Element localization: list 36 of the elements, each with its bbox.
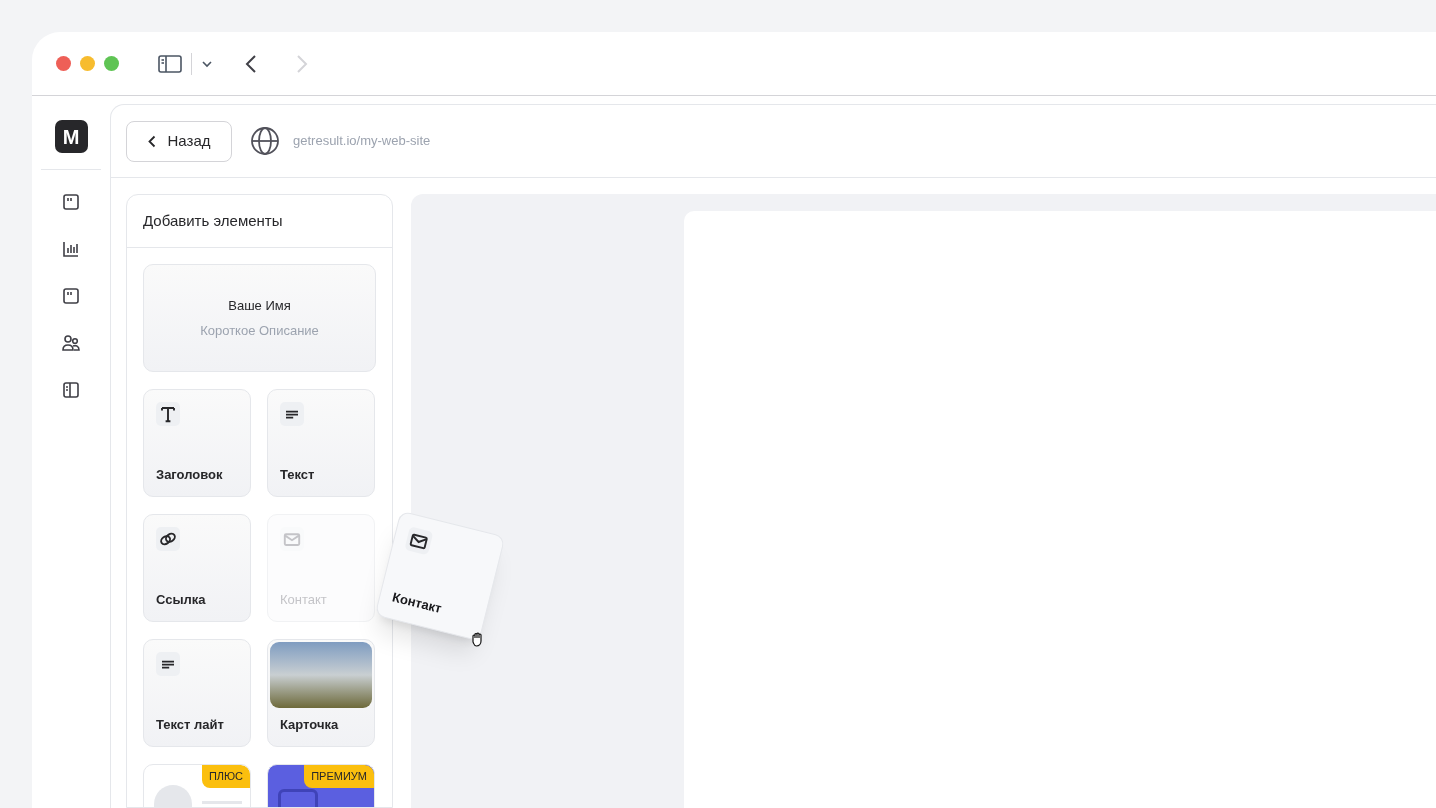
element-card[interactable]: Текст лайт <box>143 639 251 747</box>
tier-badge: ПЛЮС <box>201 765 250 788</box>
profile-card[interactable]: Ваше Имя Короткое Описание <box>143 264 376 372</box>
users-icon[interactable] <box>61 333 81 353</box>
board-icon[interactable] <box>61 286 81 306</box>
sidebar-toggle-icon[interactable] <box>158 53 182 74</box>
text-lines-icon <box>280 402 304 426</box>
element-label: Ссылка <box>156 590 206 609</box>
tier-badge: ПРЕМИУМ <box>304 765 374 788</box>
element-card[interactable]: ПРЕМИУМ <box>267 764 375 807</box>
element-card[interactable]: ПЛЮС <box>143 764 251 807</box>
chevron-left-icon <box>147 134 156 148</box>
site-url: getresult.io/my-web-site <box>293 132 431 151</box>
element-label: Текст лайт <box>156 715 224 734</box>
element-card[interactable]: Карточка <box>267 639 375 747</box>
element-label: Карточка <box>280 715 339 734</box>
element-label: Контакт <box>280 590 327 609</box>
text-lines-icon <box>156 652 180 676</box>
profile-description: Короткое Описание <box>200 322 319 340</box>
back-button[interactable]: Назад <box>126 120 232 162</box>
panel-title: Добавить элементы <box>127 195 392 248</box>
profile-name: Ваше Имя <box>228 296 291 315</box>
element-card[interactable]: Текст <box>267 389 375 497</box>
link-icon <box>156 527 180 551</box>
chevron-down-icon[interactable] <box>201 59 213 68</box>
board-icon[interactable] <box>61 192 81 212</box>
element-label: Текст <box>280 465 315 484</box>
layout-icon[interactable] <box>61 380 81 400</box>
letter-t-icon <box>156 402 180 426</box>
element-card[interactable]: Ссылка <box>143 514 251 622</box>
element-label: Контакт <box>390 587 445 618</box>
app-logo[interactable]: M <box>54 120 88 153</box>
bar-chart-icon[interactable] <box>61 239 81 259</box>
globe-icon <box>250 126 280 156</box>
element-card[interactable]: Заголовок <box>143 389 251 497</box>
element-label: Заголовок <box>156 465 223 484</box>
